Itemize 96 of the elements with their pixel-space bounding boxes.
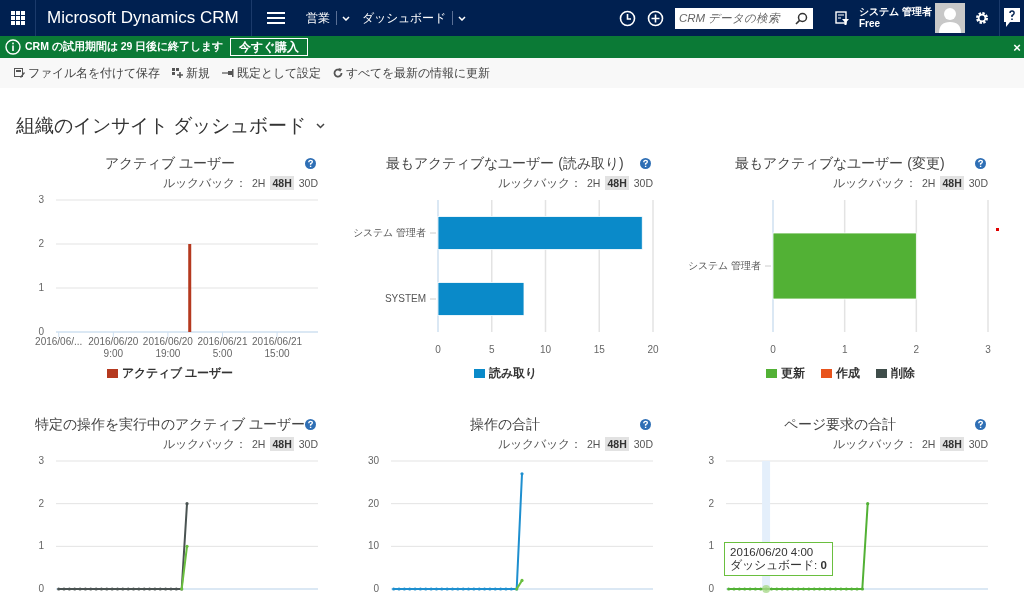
close-button[interactable]: × [1010,39,1024,55]
axis-tick-label: 3 [985,344,991,355]
legend-label: アクティブ ユーザー [121,366,234,381]
lookback-option[interactable]: 2H [250,176,268,190]
axis-tick-label: 0 [770,344,776,355]
legend-label: 読み取り [488,366,537,381]
axis-tick-label: 10 [367,540,379,552]
user-name: システム 管理者 [859,6,933,18]
lookback-option[interactable]: 30D [296,437,320,451]
trial-message: CRM の試用期間は 29 日後に終了します [25,40,225,54]
toolbar-button[interactable]: 既定として設定 [222,65,321,81]
lookback-option[interactable]: 2H [920,437,938,451]
lookback-label: ルックバック： [833,436,918,452]
pin-icon [222,69,234,77]
lookback-option[interactable]: 30D [296,176,320,190]
legend-label: 更新 [780,366,805,381]
toolbar-button[interactable]: ファイル名を付けて保存 [14,65,160,81]
axis-tick-label: 1 [38,282,44,293]
chevron-down-icon[interactable] [316,123,326,129]
axis-category-label: システム 管理者 [353,227,426,238]
lookback-option[interactable]: 48H [605,176,629,190]
axis-category-label: SYSTEM [384,293,426,304]
axis-tick-label: 0 [38,583,44,594]
axis-tick-label: 0 [435,344,441,355]
chart-title: ページ要求の合計 [784,416,896,434]
add-icon[interactable] [647,9,664,27]
lookback-option[interactable]: 48H [940,176,964,190]
axis-tick-label: 3 [38,194,44,205]
highlight-marker [762,585,771,593]
refresh-icon [333,68,343,78]
lookback-option[interactable]: 2H [585,437,603,451]
toolbar-button[interactable]: すべてを最新の情報に更新 [333,65,490,81]
chart-title: 特定の操作を実行中のアクティブ ユーザー [35,416,305,434]
axis-tick-label: 2016/06/... [35,336,83,347]
axis-tick-label: 0 [373,583,379,594]
axis-tick-label: 2016/06/20 19:00 [142,336,193,359]
lookback-option[interactable]: 48H [270,437,294,451]
dashboard-title[interactable]: 組織のインサイト ダッシュボード [16,113,307,139]
axis-tick-label: 1 [38,540,44,552]
settings-icon[interactable] [975,11,989,25]
lookback-option[interactable]: 2H [585,176,603,190]
axis-tick-label: 2 [708,497,714,509]
axis-tick-label: 3 [708,455,714,466]
help-icon[interactable] [1004,8,1020,28]
lookback-option[interactable]: 30D [966,437,990,451]
lookback-option[interactable]: 30D [631,437,655,451]
lookback-option[interactable]: 2H [250,437,268,451]
axis-category-label: システム 管理者 [688,260,761,271]
axis-tick-label: 20 [367,497,379,509]
save-icon [14,68,25,78]
legend-label: 削除 [890,366,915,381]
chart-title: 最もアクティブなユーザー (読み取り) [386,155,624,173]
lookback-option[interactable]: 2H [920,176,938,190]
axis-tick-label: 2016/06/21 15:00 [252,336,303,359]
lookback-option[interactable]: 30D [631,176,655,190]
tooltip-date: 2016/06/20 4:00 [730,546,815,559]
chart-title: 操作の合計 [470,416,540,434]
axis-tick-label: 0 [38,326,44,337]
axis-tick-label: 20 [647,344,659,355]
lookback-option[interactable]: 30D [966,176,990,190]
axis-tick-label: 2 [38,238,44,249]
chart-title: 最もアクティブなユーザー (変更) [735,155,945,173]
nav-menu-item[interactable]: 営業 [305,9,330,27]
toolbar-button[interactable]: 新規 [172,65,210,81]
legend-label: 作成 [835,366,860,381]
axis-tick-label: 3 [38,455,44,466]
lookback-option[interactable]: 48H [940,437,964,451]
search-field[interactable]: CRM データの検索 [675,7,813,29]
tooltip-value: ダッシュボード: 0 [730,559,827,572]
lookback-label: ルックバック： [833,175,918,191]
axis-tick-label: 1 [841,344,848,355]
axis-tick-label: 5 [488,344,495,355]
organization-name: Free [859,18,882,30]
chart-title: アクティブ ユーザー [105,155,235,173]
axis-tick-label: 2 [913,344,920,355]
lookback-label: ルックバック： [163,175,248,191]
lookback-label: ルックバック： [498,175,583,191]
lookback-label: ルックバック： [163,436,248,452]
axis-tick-label: 1 [708,540,714,552]
axis-tick-label: 10 [539,344,552,355]
clock-icon[interactable] [619,9,636,27]
axis-tick-label: 2 [38,497,44,509]
info-icon [5,39,21,55]
new-icon [172,68,183,78]
buy-now-button[interactable]: 今すぐ購入 [230,38,308,56]
search-icon[interactable] [795,11,808,25]
nav-menu-item[interactable]: ダッシュボード [361,9,446,27]
axis-tick-label: 30 [367,455,379,466]
lookback-option[interactable]: 48H [605,437,629,451]
axis-tick-label: 0 [708,583,714,594]
axis-tick-label: 2016/06/21 5:00 [197,336,248,359]
axis-tick-label: 2016/06/20 9:00 [88,336,139,359]
axis-tick-label: 15 [593,344,605,355]
lookback-option[interactable]: 48H [270,176,294,190]
filter-icon[interactable] [835,11,849,25]
lookback-label: ルックバック： [498,436,583,452]
